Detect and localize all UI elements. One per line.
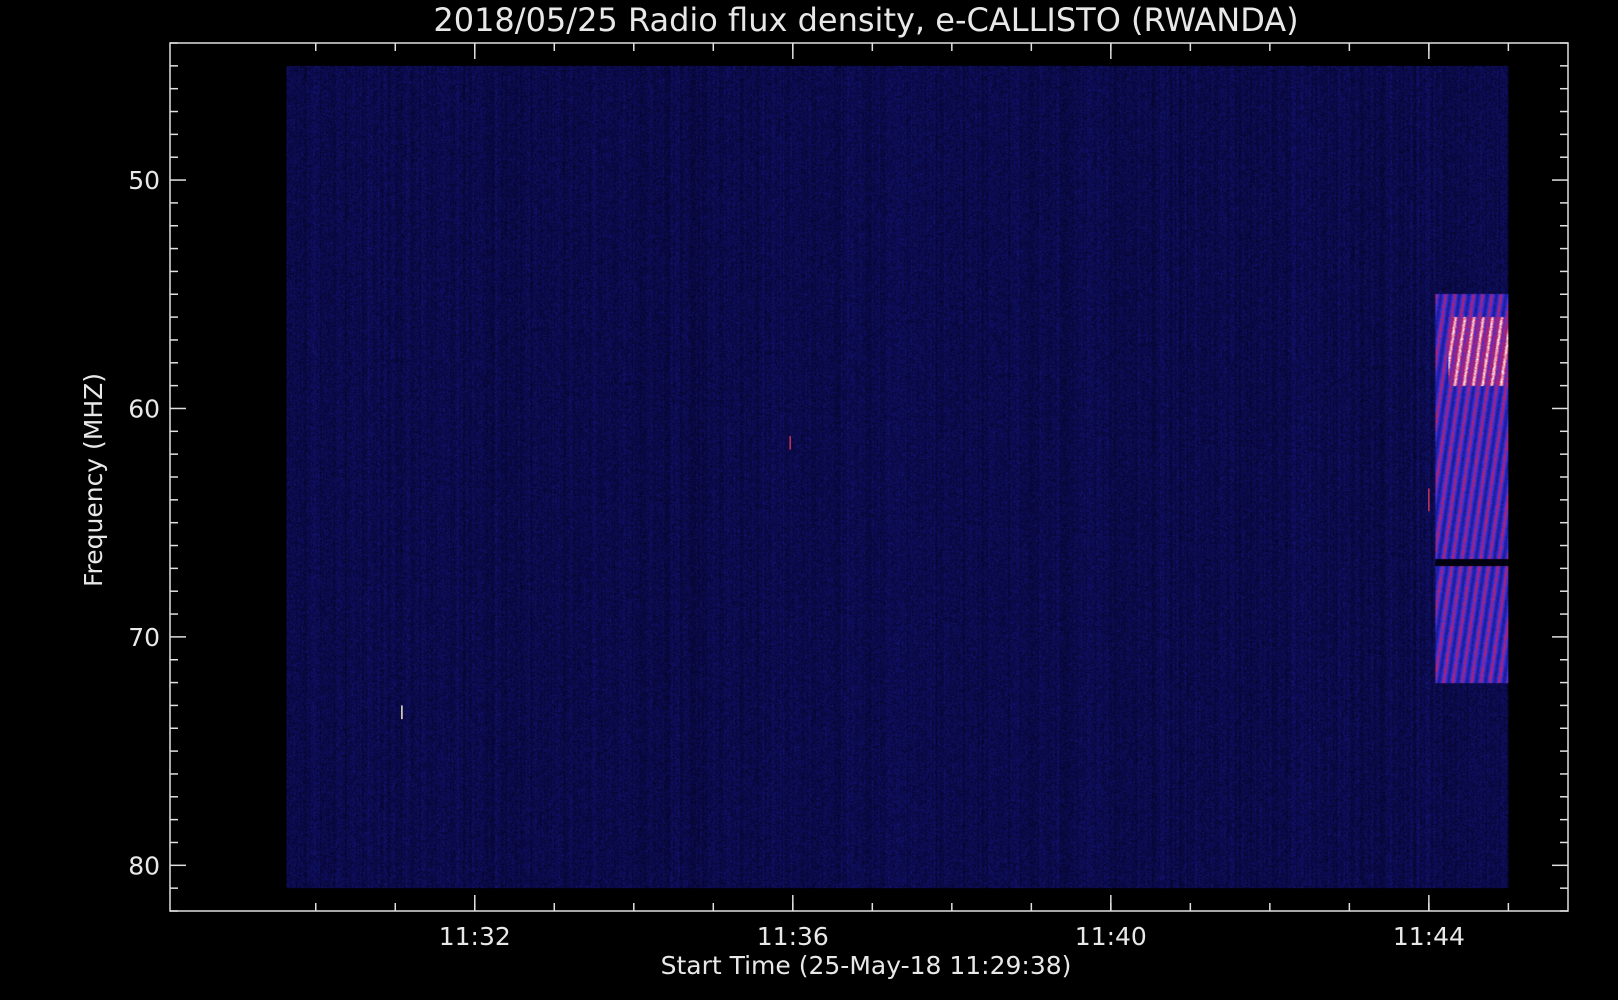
y-tick-label: 60 (128, 394, 160, 423)
x-axis-title: Start Time (25-May-18 11:29:38) (661, 951, 1072, 980)
x-tick-label: 11:32 (439, 922, 511, 951)
spectrogram-chart: 2018/05/25 Radio flux density, e-CALLIST… (79, 1, 1569, 980)
chart-title: 2018/05/25 Radio flux density, e-CALLIST… (433, 1, 1298, 39)
x-tick-label: 11:44 (1393, 922, 1465, 951)
y-axis-title: Frequency (MHZ) (79, 373, 108, 587)
y-tick-label: 70 (128, 623, 160, 652)
spectrogram-heatmap (286, 65, 1509, 889)
x-tick-label: 11:40 (1075, 922, 1147, 951)
x-tick-label: 11:36 (757, 922, 829, 951)
y-tick-label: 80 (128, 851, 160, 880)
spectrogram-image (286, 65, 1509, 889)
y-tick-label: 50 (128, 166, 160, 195)
